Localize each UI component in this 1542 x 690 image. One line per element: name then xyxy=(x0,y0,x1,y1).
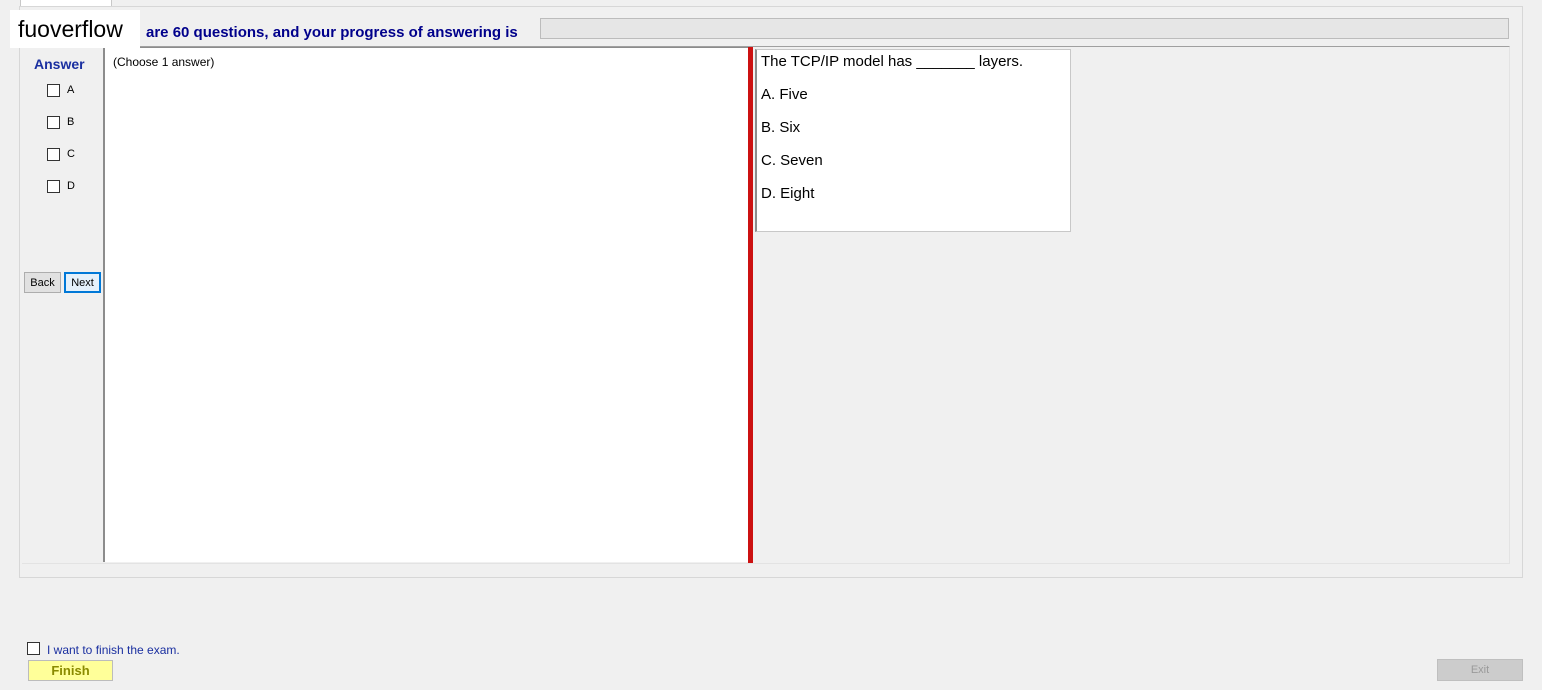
option-letter: D xyxy=(67,180,75,192)
answer-option-b[interactable]: B xyxy=(47,115,74,129)
choice-b: B. Six xyxy=(761,119,801,136)
finish-button[interactable]: Finish xyxy=(28,660,113,681)
progress-label: are 60 questions, and your progress of a… xyxy=(146,24,518,41)
choice-a: A. Five xyxy=(761,86,808,103)
answer-option-a[interactable]: A xyxy=(47,83,74,97)
next-button[interactable]: Next xyxy=(64,272,101,293)
exit-button[interactable]: Exit xyxy=(1437,659,1523,681)
question-box: The TCP/IP model has _______ layers. A. … xyxy=(755,49,1071,232)
progress-bar xyxy=(540,18,1509,39)
finish-checkbox-label: I want to finish the exam. xyxy=(47,643,180,657)
option-letter: B xyxy=(67,116,75,128)
answer-option-c[interactable]: C xyxy=(47,147,75,161)
choice-c: C. Seven xyxy=(761,152,823,169)
watermark-logo: fuoverflow xyxy=(10,10,140,48)
checkbox-a[interactable] xyxy=(47,83,60,97)
panel-splitter[interactable] xyxy=(748,47,753,563)
back-button[interactable]: Back xyxy=(24,272,61,293)
answer-heading: Answer xyxy=(34,56,85,72)
finish-confirm[interactable]: I want to finish the exam. xyxy=(27,640,180,657)
work-area: (Choose 1 answer) xyxy=(103,47,748,562)
checkbox-d[interactable] xyxy=(47,179,60,193)
choose-hint: (Choose 1 answer) xyxy=(113,55,215,69)
choice-d: D. Eight xyxy=(761,185,815,202)
option-letter: A xyxy=(67,84,75,96)
question-text: The TCP/IP model has _______ layers. xyxy=(761,53,1024,70)
finish-checkbox[interactable] xyxy=(27,642,40,655)
checkbox-b[interactable] xyxy=(47,115,60,129)
checkbox-c[interactable] xyxy=(47,147,60,161)
option-letter: C xyxy=(67,148,75,160)
answer-option-d[interactable]: D xyxy=(47,179,75,193)
